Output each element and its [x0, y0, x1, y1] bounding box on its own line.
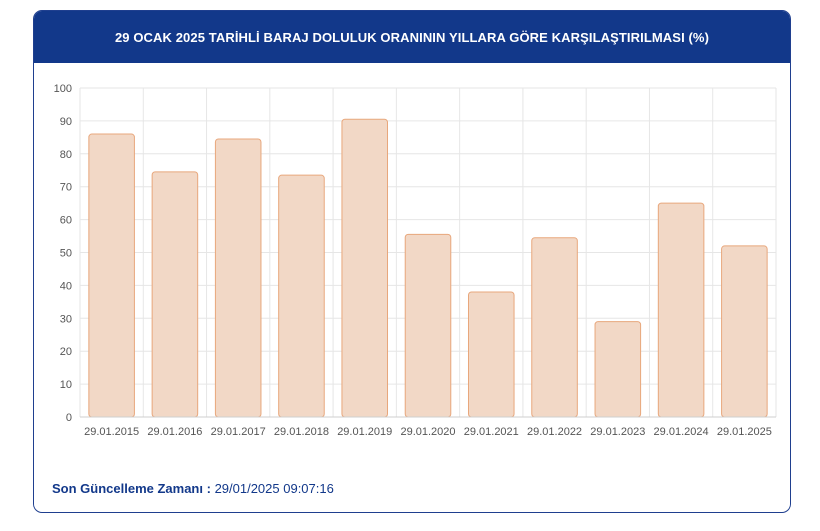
- x-tick-label: 29.01.2021: [464, 426, 519, 438]
- y-tick-label: 90: [60, 116, 72, 128]
- x-tick-label: 29.01.2016: [147, 426, 202, 438]
- x-tick-label: 29.01.2023: [590, 426, 645, 438]
- y-tick-label: 80: [60, 149, 72, 161]
- y-tick-label: 100: [54, 83, 72, 95]
- x-tick-label: 29.01.2015: [84, 426, 139, 438]
- bar: [88, 133, 135, 418]
- y-tick-label: 10: [60, 379, 72, 391]
- y-tick-label: 60: [60, 215, 72, 227]
- bar-chart: 0 10 20 30 40 50 60 70 80 90 100 29.01.2015 29.01.20…: [34, 63, 790, 458]
- last-update: Son Güncelleme Zamanı : 29/01/2025 09:07…: [52, 481, 334, 496]
- chart-title: 29 OCAK 2025 TARİHLİ BARAJ DOLULUK ORANI…: [34, 11, 790, 63]
- y-tick-label: 40: [60, 280, 72, 292]
- bar: [278, 174, 325, 418]
- bar: [657, 202, 705, 418]
- bar: [151, 171, 199, 418]
- last-update-label: Son Güncelleme Zamanı :: [52, 481, 211, 496]
- bar: [467, 291, 515, 418]
- bar-chart-svg: 0 10 20 30 40 50 60 70 80 90 100 29.01.2015 29.01.20…: [54, 83, 777, 438]
- x-tick-label: 29.01.2017: [211, 426, 266, 438]
- x-tick-label: 29.01.2025: [717, 426, 772, 438]
- x-tick-label: 29.01.2024: [654, 426, 709, 438]
- y-tick-label: 30: [60, 313, 72, 325]
- last-update-value: 29/01/2025 09:07:16: [214, 481, 334, 496]
- y-tick-label: 0: [66, 412, 72, 424]
- bar: [341, 118, 389, 418]
- bar: [531, 237, 578, 418]
- bar: [594, 321, 642, 418]
- x-tick-label: 29.01.2018: [274, 426, 329, 438]
- y-tick-label: 50: [60, 248, 72, 260]
- chart-card: 29 OCAK 2025 TARİHLİ BARAJ DOLULUK ORANI…: [33, 10, 791, 513]
- x-tick-label: 29.01.2020: [400, 426, 455, 438]
- y-tick-label: 70: [60, 182, 72, 194]
- x-tick-label: 29.01.2019: [337, 426, 392, 438]
- y-tick-label: 20: [60, 346, 72, 358]
- bar: [721, 245, 768, 418]
- bar: [214, 138, 262, 418]
- x-tick-label: 29.01.2022: [527, 426, 582, 438]
- bar: [404, 233, 452, 418]
